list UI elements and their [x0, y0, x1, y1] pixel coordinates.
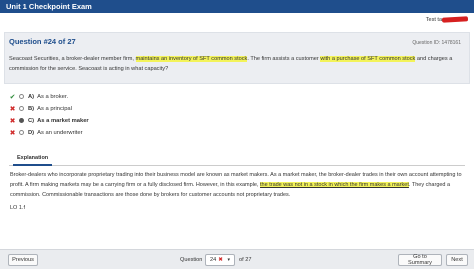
question-select[interactable]: 24 ✖ ▾: [205, 254, 235, 266]
choice-label: As a principal: [37, 105, 72, 112]
question-total: of 27: [239, 257, 252, 263]
question-id: Question ID: 1478161: [412, 39, 461, 46]
choice-label: As a market maker: [37, 117, 89, 124]
choice-label: As an underwriter: [37, 129, 83, 136]
radio-button[interactable]: [19, 94, 24, 99]
next-button[interactable]: Next: [446, 254, 468, 266]
redacted-user-name: [441, 16, 469, 23]
choice-letter: C): [28, 117, 35, 124]
exam-title: Unit 1 Checkpoint Exam: [6, 2, 92, 11]
question-text-part: . The firm assists a customer: [247, 56, 321, 62]
user-bar: Test ta: [0, 13, 474, 27]
go-to-summary-button[interactable]: Go to Summary: [398, 254, 442, 266]
choice-a[interactable]: ✔ A) As a broker.: [9, 92, 209, 101]
current-question-number: 24: [210, 257, 217, 263]
choice-letter: D): [28, 129, 35, 136]
explanation-text: Broker-dealers who incorporate proprieta…: [10, 170, 468, 200]
choice-d[interactable]: ✖ D) As an underwriter: [9, 128, 209, 137]
x-mark-icon: ✖: [9, 129, 16, 137]
choice-b[interactable]: ✖ B) As a principal: [9, 104, 209, 113]
question-nav-label: Question: [180, 257, 203, 263]
x-mark-icon: ✖: [218, 257, 223, 263]
previous-button[interactable]: Previous: [8, 254, 38, 266]
radio-button[interactable]: [19, 106, 24, 111]
x-mark-icon: ✖: [9, 105, 16, 113]
window-titlebar: Unit 1 Checkpoint Exam: [0, 0, 474, 13]
radio-button[interactable]: [19, 130, 24, 135]
checkmark-icon: ✔: [9, 93, 16, 101]
learning-objective: LO 1.f: [10, 205, 25, 211]
question-text-highlight: with a purchase of SFT common stock: [320, 56, 416, 62]
footer-nav: Previous Question 24 ✖ ▾ of 27 Go to Sum…: [0, 249, 474, 269]
question-text-highlight: maintains an inventory of SFT common sto…: [135, 56, 248, 62]
choice-c[interactable]: ✖ C) As a market maker: [9, 116, 209, 125]
radio-button-selected[interactable]: [19, 118, 24, 123]
question-text: Seacoast Securities, a broker-dealer mem…: [9, 54, 459, 74]
question-panel: Question #24 of 27 Question ID: 1478161 …: [4, 32, 470, 84]
question-text-part: Seacoast Securities, a broker-dealer mem…: [9, 56, 136, 62]
x-mark-icon: ✖: [9, 117, 16, 125]
choice-label: As a broker.: [37, 93, 69, 100]
user-label: Test ta: [425, 16, 442, 23]
question-header: Question #24 of 27: [9, 37, 76, 46]
caret-down-icon: ▾: [227, 257, 230, 263]
choice-letter: A): [28, 93, 35, 100]
choice-letter: B): [28, 105, 35, 112]
tab-bar: Explanation: [9, 152, 465, 166]
tab-explanation[interactable]: Explanation: [13, 152, 53, 166]
explanation-highlight: the trade was not in a stock in which th…: [260, 182, 409, 188]
